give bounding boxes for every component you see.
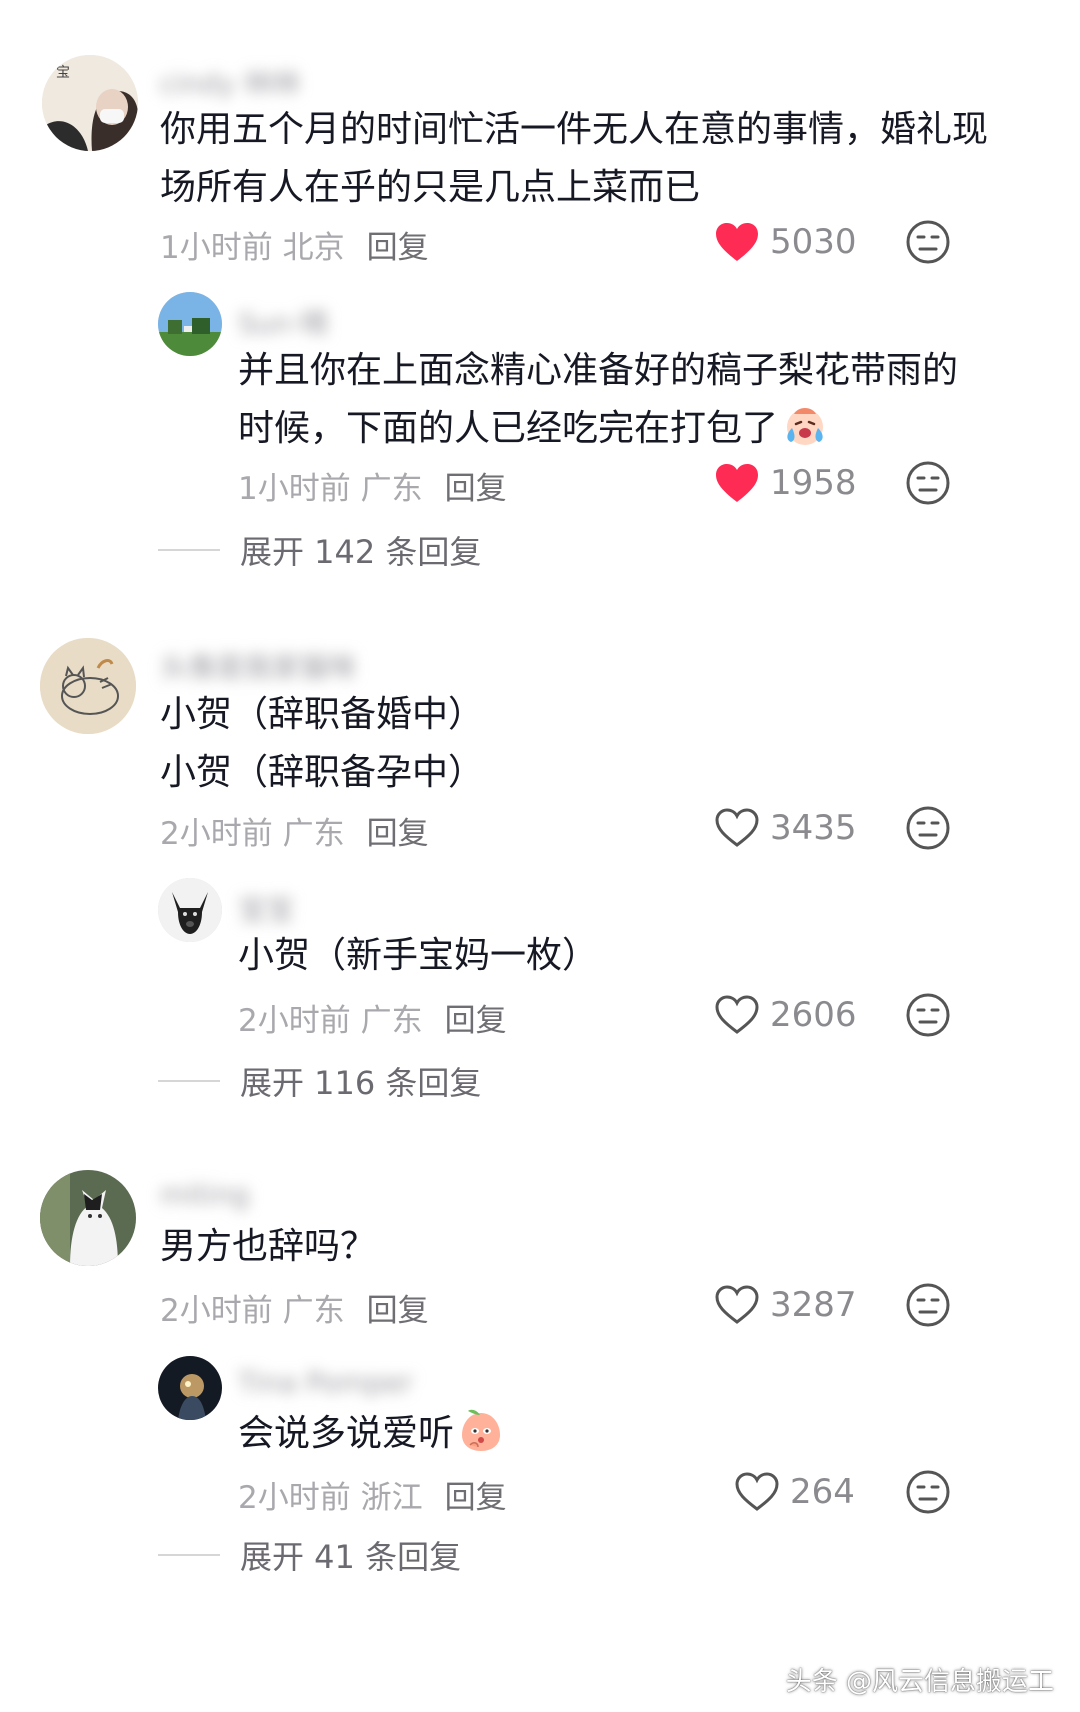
dislike-icon[interactable] [905,460,951,506]
reply-meta: 2小时前 广东 回复 [238,995,507,1040]
divider [158,549,220,551]
dislike-icon[interactable] [905,992,951,1038]
expand-label: 展开 41 条回复 [240,1538,462,1576]
dislike-icon[interactable] [905,219,951,265]
reply-text: 并且你在上面念精心准备好的稿子梨花带雨的 时候，下面的人已经吃完在打包了 [238,342,958,458]
expand-replies-button[interactable]: 展开 116 条回复 [158,1058,481,1104]
comment-meta: 2小时前 广东 回复 [160,808,429,853]
reply-button[interactable]: 回复 [367,816,429,852]
like-button[interactable]: 3287 [714,1278,874,1332]
reply-button[interactable]: 回复 [445,1003,507,1039]
reply-button[interactable]: 回复 [445,1480,507,1516]
reply-username[interactable]: Sun·晴 [238,302,328,342]
watermark: 头条 @风云信息搬运工 [785,1667,1054,1697]
time-location: 2小时前 浙江 [238,1480,423,1516]
time-location: 2小时前 广东 [160,1293,345,1329]
comment-line: 小贺（辞职备婚中） [160,694,485,735]
dislike-icon[interactable] [905,805,951,851]
reply-line: 时候，下面的人已经吃完在打包了 [238,408,779,449]
avatar[interactable] [40,638,136,734]
reply-meta: 2小时前 浙江 回复 [238,1472,507,1517]
like-count: 3435 [770,808,857,848]
expand-replies-button[interactable]: 展开 41 条回复 [158,1532,461,1578]
peach-thinking-emoji-icon [462,1409,501,1451]
comment-username[interactable]: 头像是我家猫咪 [160,646,356,686]
svg-text:宝: 宝 [56,65,70,81]
comment-line: 场所有人在乎的只是几点上菜而已 [160,167,701,208]
comment-text: 你用五个月的时间忙活一件无人在意的事情，婚礼现 场所有人在乎的只是几点上菜而已 [160,101,988,217]
like-button[interactable]: 264 [734,1465,894,1519]
like-count: 5030 [770,222,857,262]
avatar[interactable]: 宝 [42,55,138,151]
heart-outline-icon [715,1285,759,1324]
like-count: 2606 [770,995,857,1035]
comment-line: 你用五个月的时间忙活一件无人在意的事情，婚礼现 [160,109,989,150]
reply-button[interactable]: 回复 [367,1293,429,1329]
reply-text: 小贺（新手宝妈一枚） [238,927,598,985]
heart-outline-icon [715,995,759,1034]
comment-line: 小贺（辞职备孕中） [160,752,485,793]
reply-username[interactable]: Tina Pomper [238,1366,413,1399]
avatar[interactable] [158,292,222,356]
heart-filled-icon [716,464,758,502]
divider [158,1554,220,1556]
crying-laughing-emoji-icon [787,408,824,445]
heart-outline-icon [735,1472,779,1511]
reply-line: 小贺（新手宝妈一枚） [238,935,599,976]
comment-meta: 2小时前 广东 回复 [160,1285,429,1330]
reply-line: 会说多说爱听 [238,1413,455,1454]
reply-text: 会说多说爱听 [238,1405,504,1463]
reply-username[interactable]: 宝宝 [238,888,294,928]
like-count: 1958 [770,463,857,503]
comment-meta: 1小时前 北京 回复 [160,222,429,267]
time-location: 1小时前 北京 [160,230,345,266]
reply-line: 并且你在上面念精心准备好的稿子梨花带雨的 [238,350,959,391]
reply-button[interactable]: 回复 [367,230,429,266]
time-location: 1小时前 广东 [238,471,423,507]
dislike-icon[interactable] [905,1282,951,1328]
like-count: 264 [790,1472,855,1512]
like-count: 3287 [770,1285,857,1325]
comment-username[interactable]: miting [160,1178,249,1211]
like-button[interactable]: 1958 [714,456,874,510]
comment-username[interactable]: cindy 林林 [160,62,300,102]
dislike-icon[interactable] [905,1469,951,1515]
heart-outline-icon [715,808,759,847]
avatar[interactable] [158,878,222,942]
like-button[interactable]: 3435 [714,801,874,855]
heart-filled-icon [716,223,758,261]
like-button[interactable]: 2606 [714,988,874,1042]
avatar[interactable] [40,1170,136,1266]
expand-label: 展开 116 条回复 [240,1064,482,1102]
comment-text: 男方也辞吗？ [160,1218,376,1276]
comment-line: 男方也辞吗？ [160,1226,377,1267]
expand-label: 展开 142 条回复 [240,533,482,571]
divider [158,1080,220,1082]
comment-text: 小贺（辞职备婚中） 小贺（辞职备孕中） [160,686,484,802]
avatar[interactable] [158,1356,222,1420]
like-button[interactable]: 5030 [714,215,874,269]
reply-meta: 1小时前 广东 回复 [238,463,507,508]
expand-replies-button[interactable]: 展开 142 条回复 [158,527,481,573]
time-location: 2小时前 广东 [238,1003,423,1039]
reply-button[interactable]: 回复 [445,471,507,507]
time-location: 2小时前 广东 [160,816,345,852]
